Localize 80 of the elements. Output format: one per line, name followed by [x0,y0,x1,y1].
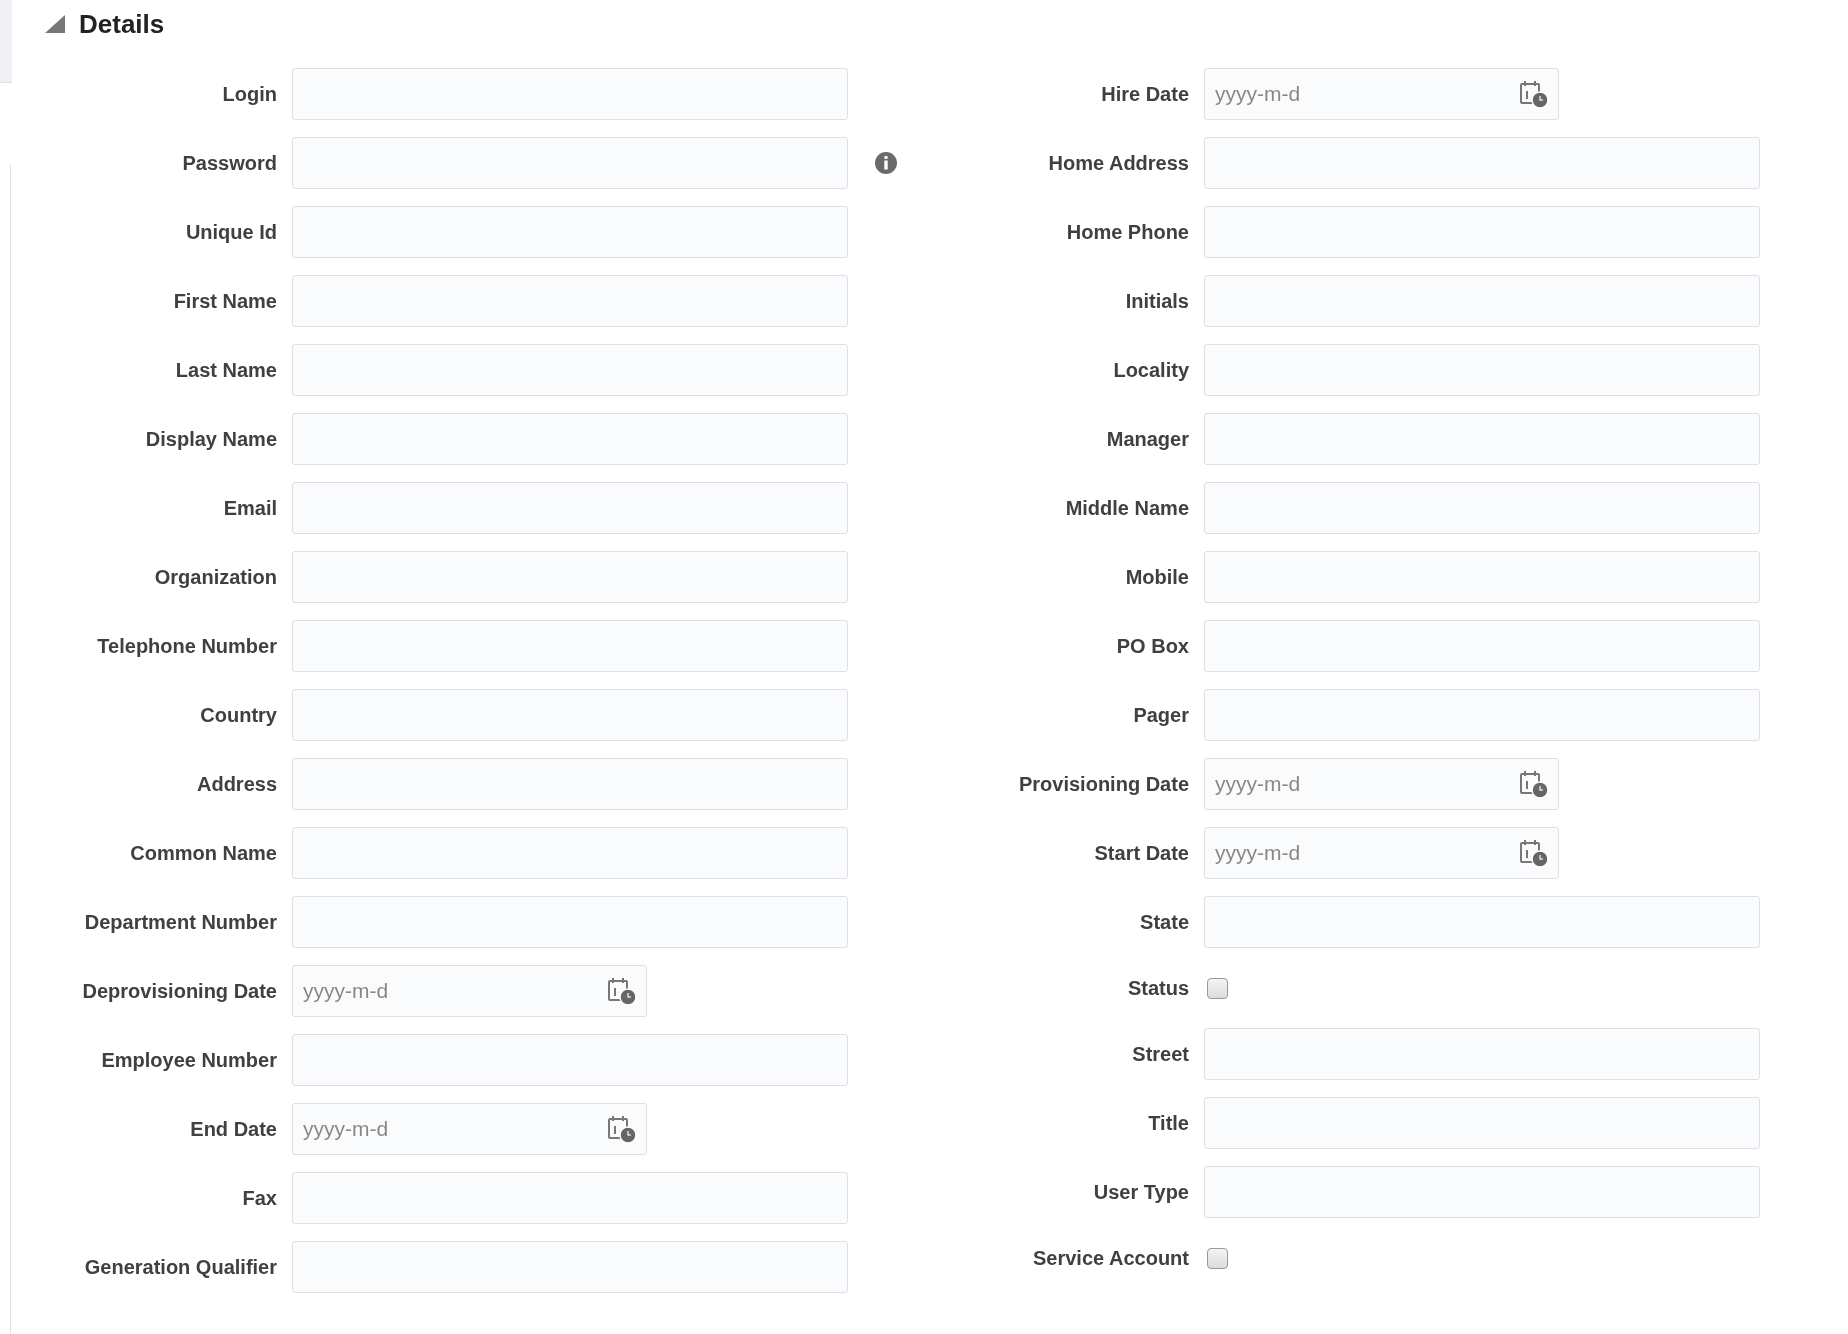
text-field[interactable] [1204,1097,1760,1149]
text-field[interactable] [292,551,848,603]
calendar-icon[interactable] [1519,769,1549,799]
text-field[interactable] [1204,275,1760,327]
text-field[interactable] [292,275,848,327]
text-field[interactable] [292,1172,848,1224]
field-label: End Date [190,1117,277,1141]
field-label: Fax [242,1186,277,1210]
text-field[interactable] [292,206,848,258]
date-field[interactable]: yyyy-m-d [1204,68,1559,120]
section-toggle[interactable]: Details [45,8,165,40]
field-label: First Name [173,289,277,313]
field-label: Address [196,772,277,796]
field-label: Pager [1133,703,1189,727]
date-field[interactable]: yyyy-m-d [292,1103,647,1155]
text-field[interactable] [292,896,848,948]
calendar-icon[interactable] [607,976,637,1006]
date-field[interactable]: yyyy-m-d [1204,758,1559,810]
field-label: Login [222,82,277,106]
field-label: Department Number [84,910,277,934]
text-field[interactable] [1204,896,1760,948]
field-label: Email [223,496,277,520]
field-label: Unique Id [185,220,277,244]
text-field[interactable] [1204,482,1760,534]
field-label: User Type [1093,1180,1189,1204]
text-field[interactable] [292,482,848,534]
field-label: Initials [1125,289,1189,313]
text-field[interactable] [292,344,848,396]
field-label: Provisioning Date [1018,772,1189,796]
field-label: Start Date [1094,841,1189,865]
text-field[interactable] [292,689,848,741]
text-field[interactable] [1204,344,1760,396]
text-field[interactable] [292,1034,848,1086]
text-field[interactable] [292,620,848,672]
field-label: Title [1148,1111,1189,1135]
field-label: Service Account [1033,1246,1189,1270]
text-field[interactable] [292,413,848,465]
field-label: Generation Qualifier [84,1255,277,1279]
field-label: Home Address [1048,151,1189,175]
field-label: Home Phone [1066,220,1189,244]
text-field[interactable] [1204,137,1760,189]
field-label: Country [200,703,277,727]
calendar-icon[interactable] [1519,838,1549,868]
date-field[interactable]: yyyy-m-d [1204,827,1559,879]
field-label: Organization [154,565,277,589]
info-icon[interactable] [874,151,898,175]
date-field[interactable]: yyyy-m-d [292,965,647,1017]
field-label: State [1140,910,1189,934]
field-label: Deprovisioning Date [82,979,277,1003]
field-label: Employee Number [101,1048,277,1072]
text-field[interactable] [1204,1028,1760,1080]
field-label: Telephone Number [97,634,277,658]
text-field[interactable] [1204,1166,1760,1218]
field-label: Middle Name [1065,496,1189,520]
field-label: Mobile [1125,565,1189,589]
text-field[interactable] [292,1241,848,1293]
text-field[interactable] [292,758,848,810]
field-label: Hire Date [1101,82,1189,106]
field-label: Display Name [145,427,277,451]
text-field[interactable] [1204,551,1760,603]
field-label: Street [1132,1042,1189,1066]
text-field[interactable] [1204,689,1760,741]
text-field[interactable] [292,68,848,120]
field-label: PO Box [1116,634,1189,658]
field-label: Password [182,151,277,175]
text-field[interactable] [1204,620,1760,672]
checkbox[interactable] [1207,977,1228,999]
expanded-triangle-icon [45,15,65,33]
text-field[interactable] [1204,413,1760,465]
field-label: Manager [1106,427,1189,451]
calendar-icon[interactable] [607,1114,637,1144]
checkbox[interactable] [1207,1247,1228,1269]
text-field[interactable] [1204,206,1760,258]
text-field[interactable] [292,137,848,189]
text-field[interactable] [292,827,848,879]
field-label: Locality [1113,358,1189,382]
field-label: Last Name [175,358,277,382]
field-label: Common Name [130,841,277,865]
calendar-icon[interactable] [1519,79,1549,109]
field-label: Status [1127,976,1189,1000]
